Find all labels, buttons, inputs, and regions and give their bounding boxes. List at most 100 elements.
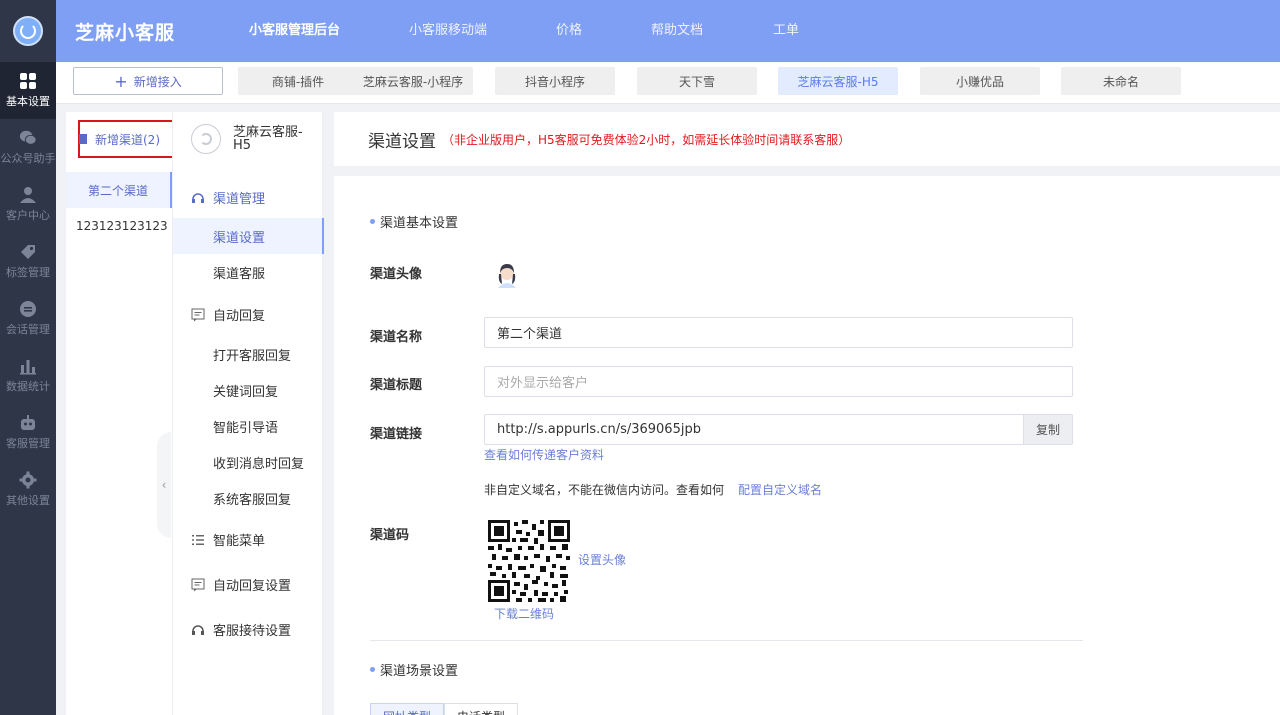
menu-group-label: 自动回复	[213, 309, 266, 324]
list-icon	[191, 533, 205, 547]
menu-group-smart-menu[interactable]: 智能菜单	[191, 530, 265, 549]
settings-menu: 芝麻云客服-H5 渠道管理 渠道设置 渠道客服 自动回复 打开客服回复 关键词回…	[172, 112, 324, 715]
menu-group-label: 客服接待设置	[213, 624, 292, 639]
headset-icon	[191, 623, 205, 637]
chat-icon	[19, 300, 37, 318]
menu-group-auto-reply[interactable]: 自动回复	[191, 305, 265, 324]
new-access-label: 新增接入	[133, 74, 182, 89]
section-scene-settings: 渠道场景设置	[370, 660, 458, 679]
channel-avatar-image[interactable]	[492, 260, 522, 290]
plus-icon: +	[114, 71, 128, 91]
divider	[370, 640, 1083, 641]
download-qrcode-link[interactable]: 下载二维码	[494, 605, 554, 622]
copy-button[interactable]: 复制	[1023, 415, 1072, 444]
bar-chart-icon	[19, 357, 37, 375]
rail-label: 公众号助手	[0, 152, 56, 165]
nav-mobile[interactable]: 小客服移动端	[409, 0, 487, 62]
menu-group-label: 自动回复设置	[213, 579, 292, 594]
menu-item-channel-agents[interactable]: 渠道客服	[173, 254, 324, 290]
grid-icon	[19, 72, 37, 90]
rail-item-customer-center[interactable]: 客户中心	[0, 176, 56, 233]
rail-item-official-account[interactable]: 公众号助手	[0, 119, 56, 176]
tab-h5[interactable]: 芝麻云客服-H5	[778, 67, 898, 95]
nav-admin-console[interactable]: 小客服管理后台	[249, 0, 340, 62]
menu-group-channel-mgmt[interactable]: 渠道管理	[191, 188, 265, 207]
menu-group-auto-reply-settings[interactable]: 自动回复设置	[191, 575, 291, 594]
tab-unnamed[interactable]: 未命名	[1061, 67, 1181, 95]
tab-phone-type[interactable]: 电话类型	[444, 703, 519, 715]
new-access-button[interactable]: + 新增接入	[73, 67, 223, 95]
tab-douyin[interactable]: 抖音小程序	[495, 67, 615, 95]
avatar-label: 渠道头像	[370, 267, 423, 282]
rail-label: 客户中心	[6, 209, 50, 222]
tab-miniprogram[interactable]: 芝麻云客服-小程序	[353, 67, 473, 95]
menu-group-reception-settings[interactable]: 客服接待设置	[191, 620, 291, 639]
headset-icon	[191, 191, 205, 205]
collapse-sidebar-handle[interactable]: ‹	[157, 432, 171, 538]
add-channel-button[interactable]: 新增渠道(2)	[78, 120, 174, 158]
channel-item[interactable]: 第二个渠道	[66, 172, 172, 208]
section-title: 渠道基本设置	[380, 216, 459, 231]
menu-item-smart-guide[interactable]: 智能引导语	[173, 408, 324, 444]
rail-item-other-settings[interactable]: 其他设置	[0, 461, 56, 518]
message-icon	[191, 308, 205, 322]
rail-item-tag-management[interactable]: 标签管理	[0, 233, 56, 290]
channel-header: 芝麻云客服-H5	[191, 124, 305, 154]
rail-item-session-management[interactable]: 会话管理	[0, 290, 56, 347]
qrcode-label: 渠道码	[370, 528, 410, 543]
channel-title-input[interactable]: 对外显示给客户	[484, 366, 1073, 397]
menu-item-channel-settings[interactable]: 渠道设置	[173, 218, 324, 254]
channel-name-input[interactable]: 第二个渠道	[484, 317, 1073, 348]
channel-item[interactable]: 123123123123	[66, 208, 172, 244]
name-label: 渠道名称	[370, 330, 423, 345]
rail-item-agent-management[interactable]: 客服管理	[0, 404, 56, 461]
pass-info-link[interactable]: 查看如何传递客户资料	[484, 446, 604, 463]
rail-label: 数据统计	[6, 380, 50, 393]
tab-url-type[interactable]: 网址类型	[370, 703, 445, 715]
tab-shop-plugin[interactable]: 商铺-插件	[238, 67, 358, 95]
tag-icon	[19, 243, 37, 261]
app-logo[interactable]	[13, 16, 43, 46]
title-label: 渠道标题	[370, 378, 423, 393]
menu-group-label: 智能菜单	[213, 534, 266, 549]
tab-xiaozhuan[interactable]: 小赚优品	[920, 67, 1040, 95]
nav-help-docs[interactable]: 帮助文档	[651, 0, 703, 62]
rail-label: 其他设置	[6, 494, 50, 507]
link-label: 渠道链接	[370, 427, 423, 442]
rail-item-basic-settings[interactable]: 基本设置	[0, 62, 56, 119]
channel-link-input[interactable]: http://s.appurls.cn/s/369065jpb	[484, 414, 1073, 445]
settings-form: 渠道基本设置 渠道头像 渠道名称 第二个渠道 渠道标题 对外显示给客户 渠道链接…	[334, 176, 1280, 715]
qrcode-image	[488, 520, 570, 602]
bullet-dot	[370, 219, 375, 224]
channel-name: 芝麻云客服-H5	[233, 125, 303, 153]
wechat-icon	[19, 129, 37, 147]
add-channel-label: 新增渠道(2)	[95, 132, 160, 147]
tab-tianxiaxue[interactable]: 天下雪	[637, 67, 757, 95]
rail-item-statistics[interactable]: 数据统计	[0, 347, 56, 404]
domain-note: 非自定义域名，不能在微信内访问。查看如何	[484, 483, 725, 497]
robot-icon	[19, 414, 37, 432]
section-basic-settings: 渠道基本设置	[370, 212, 458, 231]
menu-item-on-message-reply[interactable]: 收到消息时回复	[173, 444, 324, 480]
section-title: 渠道场景设置	[380, 664, 459, 679]
rail-label: 标签管理	[6, 266, 50, 279]
rail-label: 基本设置	[6, 95, 50, 108]
top-header: 芝麻小客服 小客服管理后台 小客服移动端 价格 帮助文档 工单	[56, 0, 1280, 62]
chevron-left-icon: ‹	[161, 478, 167, 492]
set-avatar-link[interactable]: 设置头像	[578, 551, 626, 568]
gear-icon	[19, 471, 37, 489]
menu-item-keyword-reply[interactable]: 关键词回复	[173, 372, 324, 408]
custom-domain-link[interactable]: 配置自定义域名	[738, 481, 822, 498]
rail-label: 会话管理	[6, 323, 50, 336]
menu-item-system-reply[interactable]: 系统客服回复	[173, 480, 324, 516]
channel-tab-strip: + 新增接入 商铺-插件 芝麻云客服-小程序 抖音小程序 天下雪 芝麻云客服-H…	[56, 62, 1280, 104]
brand-title: 芝麻小客服	[75, 21, 176, 44]
nav-pricing[interactable]: 价格	[556, 0, 582, 62]
message-icon	[191, 578, 205, 592]
play-icon	[79, 134, 87, 144]
nav-tickets[interactable]: 工单	[773, 0, 799, 62]
menu-item-open-reply[interactable]: 打开客服回复	[173, 336, 324, 372]
trial-notice: （非企业版用户，H5客服可免费体验2小时，如需延长体验时间请联系客服）	[442, 132, 851, 147]
logo-area	[0, 0, 56, 62]
menu-group-label: 渠道管理	[213, 192, 266, 207]
